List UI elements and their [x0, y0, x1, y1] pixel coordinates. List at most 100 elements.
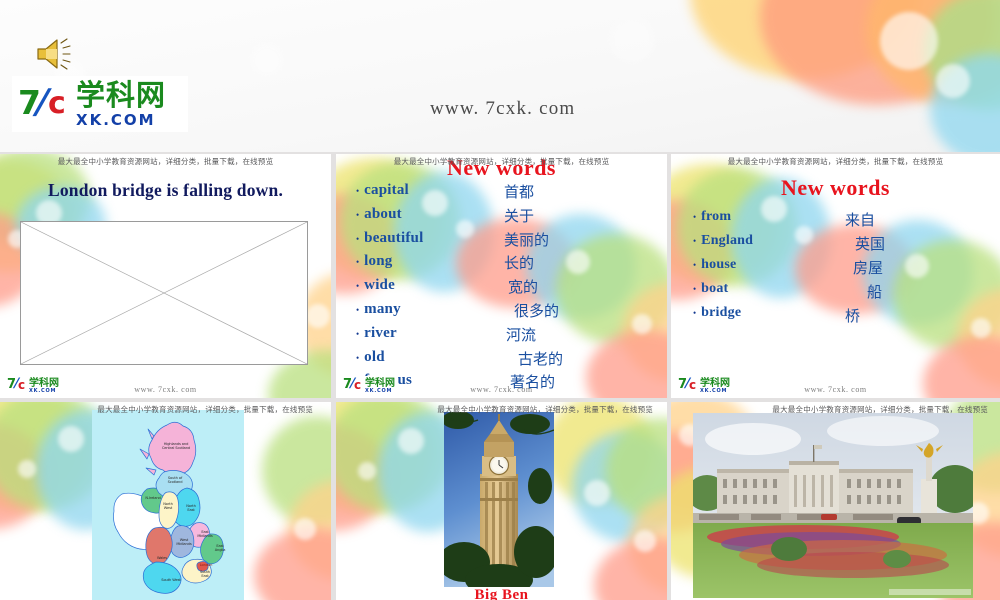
- word-row: 很多的: [504, 300, 563, 324]
- bullet-icon: •: [356, 352, 360, 363]
- xueke-logo-mark: 7 / c: [18, 82, 72, 125]
- bullet-icon: •: [356, 233, 360, 244]
- map-label: East Anglia: [214, 544, 226, 553]
- word-english: long: [364, 253, 393, 270]
- word-english: from: [701, 209, 732, 224]
- xueke-logo: 7 / c 学科网 XK.COM: [12, 76, 188, 132]
- bullet-icon: •: [356, 281, 360, 292]
- word-chinese: 英国: [855, 235, 886, 253]
- map-label: South East: [200, 570, 210, 579]
- word-english: river: [364, 324, 397, 341]
- word-row: 英国: [845, 233, 885, 257]
- map-label: Wales: [156, 556, 168, 560]
- big-ben-photo[interactable]: [444, 412, 554, 587]
- word-row: 宽的: [504, 276, 563, 300]
- word-row: 来自: [845, 209, 885, 233]
- word-chinese: 长的: [504, 254, 535, 273]
- map-label: London: [199, 563, 213, 567]
- grid-gutter-horizontal: [0, 152, 1000, 154]
- word-chinese: 船: [867, 283, 883, 301]
- word-list-chinese: 首都 关于 美丽的 长的 宽的 很多的 河流 古老的 著名的: [504, 181, 563, 395]
- bullet-icon: •: [693, 308, 697, 318]
- slide-thumb-newwords-2[interactable]: 最大最全中小学教育资源网站，详细分类，批量下载，在线预览 New words •…: [671, 154, 1000, 398]
- xueke-logo-small: 7 / c 学科网 XK.COM: [340, 376, 398, 396]
- slide-header-note: 最大最全中小学教育资源网站，详细分类，批量下载，在线预览: [437, 405, 653, 414]
- word-english: boat: [701, 281, 729, 296]
- word-chinese: 宽的: [508, 278, 539, 297]
- buckingham-palace-photo[interactable]: [693, 413, 973, 598]
- word-row: 美丽的: [504, 229, 563, 253]
- word-chinese: 很多的: [514, 301, 560, 320]
- word-chinese: 房屋: [853, 259, 884, 277]
- slide-thumb-big-ben[interactable]: 最大最全中小学教育资源网站，详细分类，批量下载，在线预览 Big Ben: [336, 402, 667, 600]
- map-label: Highlands and Central Scotland: [161, 442, 191, 451]
- bullet-icon: •: [356, 209, 360, 220]
- word-row: • boat: [693, 281, 753, 305]
- word-row: • from: [693, 209, 753, 233]
- bullet-icon: •: [356, 257, 360, 268]
- word-row: 河流: [504, 324, 563, 348]
- slide-header-note: 最大最全中小学教育资源网站，详细分类，批量下载，在线预览: [727, 157, 944, 166]
- word-chinese: 首都: [504, 183, 535, 201]
- word-row: • bridge: [693, 305, 753, 329]
- slide-thumb-uk-map[interactable]: 最大最全中小学教育资源网站，详细分类，批量下载，在线预览 Highlands a…: [0, 402, 331, 600]
- word-row: • about: [356, 206, 423, 230]
- slide-thumb-song[interactable]: 最大最全中小学教育资源网站，详细分类，批量下载，在线预览 London brid…: [0, 154, 331, 398]
- word-row: • long: [356, 253, 423, 277]
- word-list-chinese: 来自英国房屋船桥: [845, 209, 885, 329]
- banner-area: 7 / c 学科网 XK.COM www. 7cxk. com: [0, 0, 1000, 152]
- word-row: 桥: [845, 305, 885, 329]
- word-english: capital: [364, 182, 409, 198]
- slide-header-note: 最大最全中小学教育资源网站，详细分类，批量下载，在线预览: [97, 405, 313, 414]
- word-english: bridge: [701, 305, 742, 320]
- word-english: about: [364, 205, 402, 222]
- word-english: England: [701, 233, 754, 248]
- xueke-logo-small: 7 / c 学科网 XK.COM: [4, 376, 62, 396]
- grid-gutter-vertical: [331, 154, 336, 600]
- word-chinese: 古老的: [518, 349, 564, 368]
- word-english: wide: [364, 277, 395, 294]
- word-row: • beautiful: [356, 230, 423, 254]
- word-row: • old: [356, 349, 423, 373]
- bullet-icon: •: [356, 304, 360, 315]
- missing-image-placeholder[interactable]: [20, 221, 308, 365]
- word-row: • river: [356, 325, 423, 349]
- bullet-icon: •: [693, 236, 697, 246]
- bullet-icon: •: [693, 284, 697, 294]
- caption-big-ben: Big Ben: [474, 587, 529, 600]
- word-row: • wide: [356, 277, 423, 301]
- word-english: old: [364, 348, 385, 365]
- word-row: 长的: [504, 252, 563, 276]
- slide-header-note: 最大最全中小学教育资源网站，详细分类，批量下载，在线预览: [57, 157, 274, 166]
- logo-c: c: [48, 86, 66, 121]
- word-chinese: 桥: [845, 307, 861, 325]
- uk-regions-map[interactable]: Highlands and Central Scotland South of …: [92, 410, 244, 600]
- map-label: South of Scotland: [167, 476, 183, 485]
- slide-thumb-newwords-1[interactable]: 最大最全中小学教育资源网站，详细分类，批量下载，在线预览 New words •…: [336, 154, 667, 398]
- bullet-icon: •: [693, 212, 697, 222]
- speaker-icon[interactable]: [34, 36, 78, 72]
- slide-header-note: 最大最全中小学教育资源网站，详细分类，批量下载，在线预览: [393, 157, 610, 166]
- word-english: many: [364, 300, 401, 317]
- slide-thumb-buckingham[interactable]: 最大最全中小学教育资源网站，详细分类，批量下载，在线预览: [671, 402, 1000, 600]
- word-chinese: 河流: [506, 325, 537, 344]
- banner-url-text: www. 7cxk. com: [430, 98, 576, 119]
- map-label: N.Ireland: [145, 496, 161, 500]
- word-row: • house: [693, 257, 753, 281]
- word-list-english: • capital • about • beautiful • long • wide • many •…: [356, 182, 423, 396]
- word-row: 首都: [504, 181, 563, 205]
- word-chinese: 美丽的: [504, 230, 550, 249]
- xueke-logo-small: 7 / c 学科网 XK.COM: [675, 376, 733, 396]
- word-row: • many: [356, 301, 423, 325]
- bullet-icon: •: [356, 328, 360, 339]
- word-row: • capital: [356, 182, 423, 206]
- grid-gutter-horizontal: [0, 398, 1000, 402]
- map-label: West Midlands: [176, 538, 192, 547]
- presentation-thumbnail-grid: 7 / c 学科网 XK.COM www. 7cxk. com 最大最全中小学教…: [0, 0, 1000, 600]
- slide-header-note: 最大最全中小学教育资源网站，详细分类，批量下载，在线预览: [772, 405, 988, 414]
- slide-title-song: London bridge is falling down.: [47, 180, 284, 200]
- logo-chinese-name: 学科网: [76, 77, 167, 112]
- word-english: house: [701, 257, 737, 272]
- bullet-icon: •: [356, 186, 360, 196]
- word-row: 关于: [504, 205, 563, 229]
